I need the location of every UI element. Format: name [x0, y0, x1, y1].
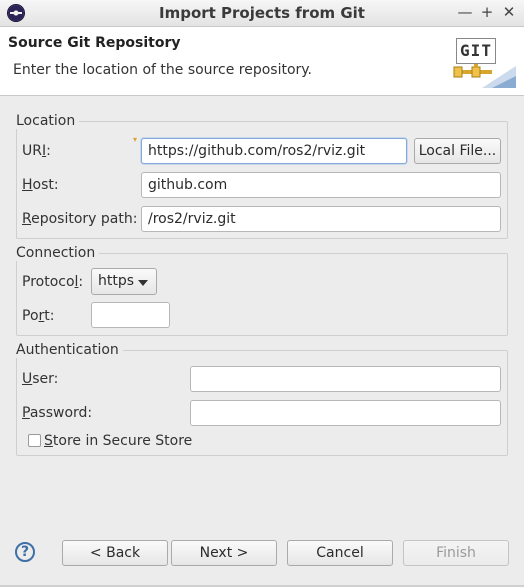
uri-input[interactable]: https://github.com/ros2/rviz.git: [141, 138, 407, 164]
chevron-down-icon: [138, 280, 148, 286]
page-title: Source Git Repository: [8, 35, 181, 51]
next-button[interactable]: Next >: [171, 540, 277, 566]
close-icon[interactable]: ✕: [500, 3, 518, 21]
port-label: Port:: [22, 308, 55, 324]
user-input[interactable]: [190, 366, 501, 392]
git-logo-text: GIT: [460, 41, 492, 60]
location-legend: Location: [16, 113, 80, 129]
repository-path-label: Repository path:: [22, 211, 138, 227]
store-secure-checkbox[interactable]: [28, 434, 41, 447]
wizard-header: Source Git Repository Enter the location…: [0, 27, 524, 96]
protocol-dropdown[interactable]: https: [91, 268, 157, 295]
minimize-icon[interactable]: —: [456, 3, 474, 21]
git-logo-icon: GIT: [452, 36, 516, 88]
title-bar: Import Projects from Git — + ✕: [0, 0, 524, 27]
host-label: Host:: [22, 177, 59, 193]
protocol-label: Protocol:: [22, 274, 84, 290]
maximize-icon[interactable]: +: [478, 3, 496, 21]
user-label: User:: [22, 371, 59, 387]
window-title: Import Projects from Git: [159, 4, 365, 22]
protocol-value: https: [98, 273, 135, 289]
uri-label: URI:: [22, 143, 51, 159]
repository-path-input[interactable]: /ros2/rviz.git: [141, 206, 501, 232]
page-description: Enter the location of the source reposit…: [13, 62, 313, 78]
cancel-button[interactable]: Cancel: [287, 540, 393, 566]
help-icon[interactable]: ?: [15, 542, 35, 562]
finish-button[interactable]: Finish: [403, 540, 509, 566]
local-file-button[interactable]: Local File...: [414, 138, 501, 164]
store-secure-label[interactable]: Store in Secure Store: [44, 433, 192, 449]
password-input[interactable]: [190, 400, 501, 426]
back-button[interactable]: < Back: [62, 540, 168, 566]
port-input[interactable]: [91, 302, 170, 328]
connection-group: [16, 253, 508, 336]
connection-legend: Connection: [16, 245, 100, 261]
content-assist-marker-icon: ▾: [133, 135, 138, 144]
password-label: Password:: [22, 405, 93, 421]
authentication-legend: Authentication: [16, 342, 123, 358]
host-input[interactable]: github.com: [141, 172, 501, 198]
